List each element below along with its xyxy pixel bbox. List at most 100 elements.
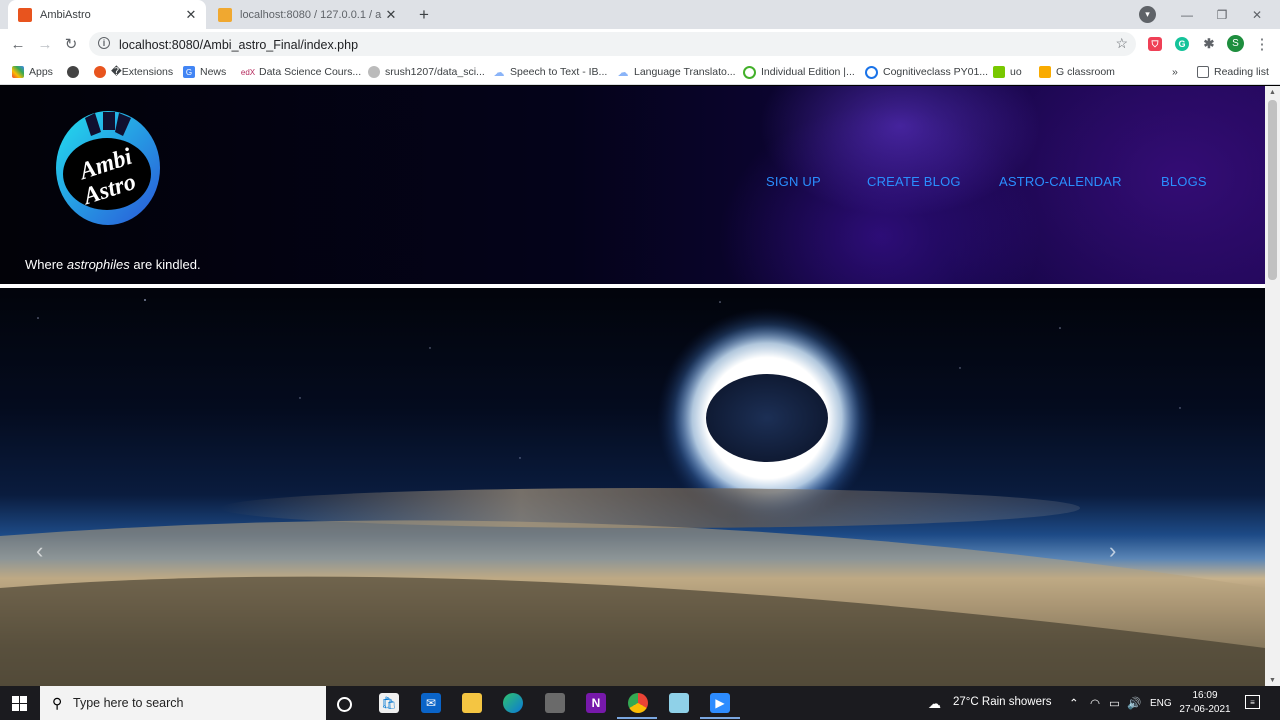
- bookmark-cognitiveclass[interactable]: Cognitiveclass PY01...: [865, 64, 988, 80]
- bookmark-speech-to-text[interactable]: ☁ Speech to Text - IB...: [493, 64, 608, 80]
- cortana-icon[interactable]: [337, 697, 352, 712]
- extensions-puzzle-icon[interactable]: ✱: [1202, 36, 1216, 51]
- site-info-icon[interactable]: i: [98, 37, 110, 49]
- show-hidden-icons-chevron-icon[interactable]: ⌃: [1069, 696, 1079, 710]
- bookmark-language-translator[interactable]: ☁ Language Translato...: [617, 64, 736, 80]
- stars: [37, 299, 1181, 459]
- forward-arrow-icon[interactable]: →: [35, 34, 55, 54]
- address-input[interactable]: [117, 34, 1081, 56]
- notifications-icon[interactable]: ≡: [1245, 695, 1260, 709]
- menu-kebab-icon[interactable]: ⋮: [1252, 34, 1272, 54]
- bookmarks-bar: Apps �Extensions G News edX Data Science…: [0, 59, 1280, 85]
- ambiastro-logo[interactable]: Ambi Astro: [55, 110, 161, 230]
- reading-list-button[interactable]: Reading list: [1197, 64, 1269, 80]
- volume-icon[interactable]: 🔊: [1127, 696, 1141, 710]
- grammarly-extension-icon[interactable]: G: [1175, 37, 1189, 51]
- bookmark-apps[interactable]: Apps: [12, 64, 53, 80]
- bookmark-github[interactable]: srush1207/data_sci...: [368, 64, 485, 80]
- classroom-icon: [1039, 66, 1051, 78]
- extensions-icon: [94, 66, 106, 78]
- ambiastro-favicon-icon: [18, 7, 32, 22]
- app-window-icon[interactable]: [545, 693, 565, 713]
- bookmark-data-science[interactable]: edX Data Science Cours...: [240, 64, 361, 80]
- windows-taskbar: ⚲ Type here to search 🛍 ✉ N ▶ ☁ 27°C Rai…: [0, 686, 1280, 720]
- browser-toolbar: ← → ↻ i ☆ ⛉ G ✱ ⋮: [0, 29, 1280, 59]
- reading-list-icon: [1197, 66, 1209, 78]
- scroll-down-arrow-icon[interactable]: ▼: [1265, 674, 1280, 686]
- eclipse-slide-image: [0, 299, 1265, 686]
- back-arrow-icon[interactable]: ←: [8, 34, 28, 54]
- bookmark-classroom[interactable]: G classroom: [1039, 64, 1115, 80]
- taskbar-search-placeholder: Type here to search: [73, 696, 184, 710]
- carousel-prev-button[interactable]: ‹: [36, 538, 43, 564]
- hero-carousel[interactable]: ‹ ›: [0, 288, 1265, 686]
- store-icon[interactable]: 🛍: [379, 693, 399, 713]
- zoom-icon[interactable]: ▶: [710, 693, 730, 713]
- site-header: Ambi Astro Where astrophiles are kindled…: [0, 86, 1265, 284]
- bookmarks-overflow-button[interactable]: »: [1172, 64, 1178, 80]
- onenote-icon[interactable]: N: [586, 693, 606, 713]
- network-icon[interactable]: ◠: [1090, 696, 1100, 710]
- clock-time: 16:09: [1192, 690, 1218, 701]
- file-explorer-icon[interactable]: [462, 693, 482, 713]
- clock-date: 27-06-2021: [1179, 704, 1231, 715]
- tab-title: AmbiAstro: [40, 8, 91, 21]
- scrollbar-thumb[interactable]: [1268, 100, 1277, 280]
- scroll-up-arrow-icon[interactable]: ▲: [1265, 86, 1280, 98]
- pocket-extension-icon[interactable]: ⛉: [1148, 37, 1162, 51]
- address-bar[interactable]: i ☆: [89, 32, 1136, 56]
- tagline-emphasis: astrophiles: [66, 257, 130, 272]
- news-icon: G: [183, 66, 195, 78]
- close-tab-icon[interactable]: ✕: [382, 6, 400, 24]
- tab-phpmyadmin[interactable]: localhost:8080 / 127.0.0.1 / amb ✕: [208, 0, 406, 29]
- cognitiveclass-icon: [865, 65, 878, 79]
- new-tab-button[interactable]: +: [414, 5, 434, 25]
- site-tagline: Where astrophiles are kindled.: [25, 257, 201, 272]
- close-window-button[interactable]: ✕: [1240, 0, 1274, 29]
- tab-search-icon[interactable]: ▾: [1139, 6, 1156, 23]
- search-icon: ⚲: [52, 695, 63, 711]
- chrome-icon[interactable]: [628, 693, 648, 713]
- bookmark-globe[interactable]: [67, 64, 84, 80]
- active-app-indicator: [700, 717, 740, 719]
- carousel-next-button[interactable]: ›: [1109, 538, 1116, 564]
- cloud-icon: ☁: [493, 66, 505, 79]
- reload-icon[interactable]: ↻: [61, 34, 81, 54]
- nav-astro-calendar[interactable]: ASTRO-CALENDAR: [999, 174, 1122, 189]
- close-tab-icon[interactable]: ✕: [182, 6, 200, 24]
- taskbar-clock[interactable]: 16:09 27-06-2021: [1178, 689, 1232, 717]
- minimize-window-button[interactable]: —: [1170, 0, 1204, 29]
- profile-avatar[interactable]: S: [1227, 35, 1244, 52]
- browser-tab-strip: AmbiAstro ✕ localhost:8080 / 127.0.0.1 /…: [0, 0, 1280, 29]
- eclipse-moon: [706, 374, 828, 462]
- bookmark-extensions[interactable]: �Extensions: [94, 64, 173, 80]
- github-icon: [368, 66, 380, 78]
- edge-icon[interactable]: [503, 693, 523, 713]
- apps-grid-icon: [12, 66, 24, 78]
- bookmark-news[interactable]: G News: [183, 64, 226, 80]
- tab-title: localhost:8080 / 127.0.0.1 / amb: [240, 8, 382, 21]
- globe-icon: [67, 66, 79, 78]
- nav-blogs[interactable]: BLOGS: [1161, 174, 1207, 189]
- bookmark-duolingo[interactable]: uo: [993, 64, 1022, 80]
- nav-sign-up[interactable]: SIGN UP: [766, 174, 821, 189]
- weather-readout[interactable]: 27°C Rain showers: [953, 696, 1052, 708]
- tab-ambiastro[interactable]: AmbiAstro ✕: [8, 0, 206, 29]
- notepad-icon[interactable]: [669, 693, 689, 713]
- cloud-icon: ☁: [617, 66, 629, 79]
- mail-icon[interactable]: ✉: [421, 693, 441, 713]
- nav-create-blog[interactable]: CREATE BLOG: [867, 174, 961, 189]
- phpmyadmin-favicon-icon: [218, 7, 232, 22]
- page-scrollbar[interactable]: ▲ ▼: [1265, 86, 1280, 686]
- bookmark-star-icon[interactable]: ☆: [1115, 35, 1128, 52]
- active-app-indicator: [617, 717, 657, 719]
- page-viewport: Ambi Astro Where astrophiles are kindled…: [0, 86, 1265, 686]
- battery-icon[interactable]: ▭: [1109, 696, 1120, 710]
- weather-cloud-icon[interactable]: ☁: [928, 696, 941, 712]
- maximize-window-button[interactable]: ❐: [1205, 0, 1239, 29]
- edx-icon: edX: [240, 67, 256, 77]
- language-indicator[interactable]: ENG: [1150, 698, 1172, 709]
- taskbar-search-box[interactable]: ⚲ Type here to search: [40, 686, 326, 720]
- bookmark-individual-edition[interactable]: Individual Edition |...: [743, 64, 855, 80]
- windows-start-icon[interactable]: [12, 696, 27, 711]
